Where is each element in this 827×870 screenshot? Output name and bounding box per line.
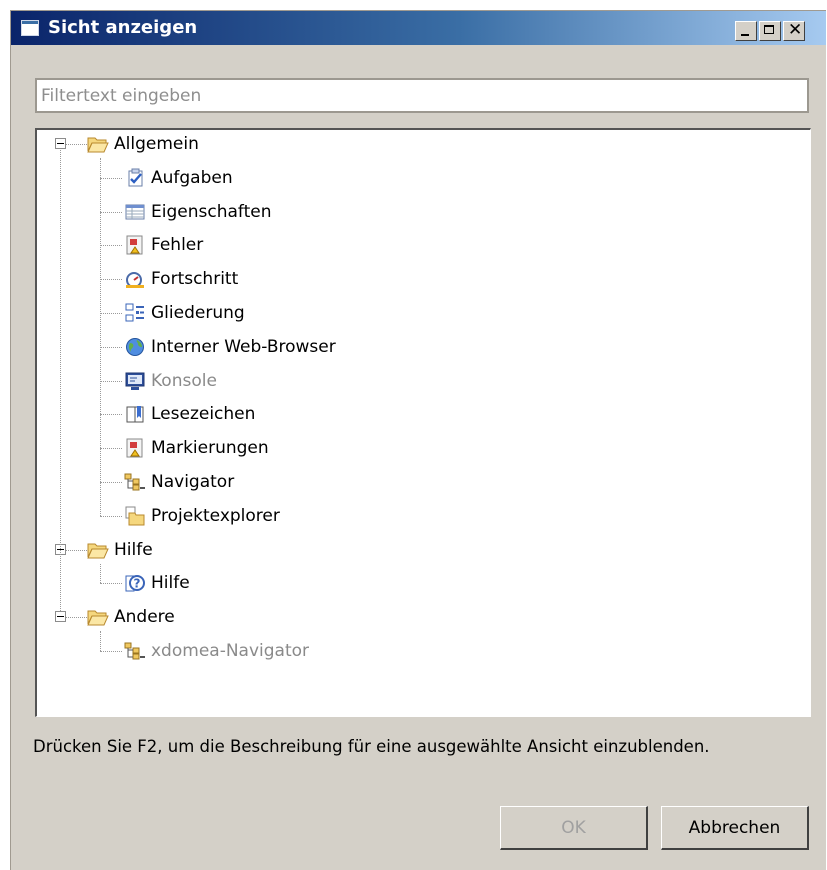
close-icon: ✕ [788, 20, 803, 40]
tree-item[interactable]: Fortschritt [124, 265, 238, 293]
dialog-window: Sicht anzeigen ✕ Allgemein Aufgaben Eigens… [10, 10, 826, 870]
tree-item[interactable]: ? Hilfe [124, 569, 190, 597]
tree-item-label: Interner Web-Browser [151, 336, 336, 357]
tree-item[interactable]: Navigator [124, 468, 234, 496]
tree-connector-line [100, 515, 122, 517]
tree-category-label: Allgemein [114, 134, 199, 154]
tree-connector-line [100, 631, 101, 651]
tree-connector-line [100, 211, 122, 213]
bookmarks-icon [124, 403, 146, 425]
close-button[interactable]: ✕ [783, 20, 805, 41]
tree-item-label: Lesezeichen [151, 404, 256, 425]
tree-connector-line [66, 617, 87, 619]
filter-input[interactable] [35, 78, 809, 113]
help-icon: ? [124, 572, 146, 594]
tree-connector-line [60, 150, 61, 612]
markers-icon [124, 437, 146, 459]
tree-category-label: Andere [114, 607, 175, 628]
collapse-toggle[interactable] [55, 138, 66, 149]
problems-icon [124, 234, 146, 256]
navigator-icon [124, 471, 146, 493]
minimize-button[interactable] [735, 21, 757, 41]
tree-category[interactable]: Hilfe [87, 536, 153, 564]
tree-item-label: Hilfe [151, 573, 190, 594]
tree-item[interactable]: Interner Web-Browser [124, 333, 336, 361]
tree-item-label: Aufgaben [151, 167, 233, 188]
window-title: Sicht anzeigen [48, 17, 198, 38]
folder-open-icon [87, 539, 109, 561]
collapse-toggle[interactable] [55, 611, 66, 623]
tree-connector-line [100, 346, 122, 348]
tree-connector-line [100, 313, 122, 314]
tree-connector-line [100, 414, 122, 416]
globe-icon [124, 336, 146, 358]
tree-item[interactable]: Eigenschaften [124, 198, 271, 226]
window-icon [21, 20, 39, 36]
tree-connector-line [66, 549, 87, 551]
tree-connector-line [100, 279, 122, 281]
tree-connector-line [100, 563, 101, 584]
tree-item[interactable]: Aufgaben [124, 164, 233, 192]
svg-text:?: ? [134, 577, 141, 591]
folder-open-icon [87, 133, 109, 155]
project-explorer-icon [124, 505, 146, 527]
tree-item-label: Fehler [151, 235, 204, 256]
tree-item[interactable]: Konsole [124, 367, 217, 395]
console-icon [124, 370, 146, 392]
tree-item[interactable]: Fehler [124, 231, 203, 259]
tree-item-label: Eigenschaften [151, 201, 272, 222]
tree-category-label: Hilfe [114, 539, 153, 560]
navigator-icon [124, 640, 146, 662]
properties-icon [124, 201, 146, 223]
tree-item-label: Projektexplorer [151, 505, 280, 526]
maximize-button[interactable] [759, 21, 781, 41]
tree-item-label: Gliederung [151, 303, 245, 323]
tree-item-label: Markierungen [151, 438, 269, 459]
tree-connector-line [100, 245, 122, 247]
tree-connector-line [100, 583, 122, 585]
tree-item[interactable]: Gliederung [124, 299, 245, 327]
tree-connector-line [100, 380, 122, 382]
tree-connector-line [100, 448, 122, 450]
outline-icon [124, 302, 146, 324]
tree-item-label: Navigator [151, 472, 235, 492]
tree-item[interactable]: Projektexplorer [124, 502, 280, 530]
tree-connector-line [100, 158, 101, 516]
view-tree[interactable]: Allgemein Aufgaben Eigenschaften Fehler Fort… [35, 128, 811, 717]
ok-button[interactable]: OK [500, 806, 648, 850]
tree-item-label: Fortschritt [151, 269, 239, 290]
tree-connector-line [66, 144, 87, 145]
tree-category[interactable]: Allgemein [87, 130, 199, 158]
folder-open-icon [87, 606, 109, 628]
hint-text: Drücken Sie F2, um die Beschreibung für … [33, 737, 710, 756]
tasks-icon [124, 167, 146, 189]
title-bar[interactable]: Sicht anzeigen ✕ [11, 11, 826, 45]
tree-connector-line [100, 651, 122, 652]
tree-category[interactable]: Andere [87, 603, 175, 631]
tree-item[interactable]: Markierungen [124, 434, 269, 462]
progress-icon [124, 268, 146, 290]
cancel-button[interactable]: Abbrechen [661, 806, 809, 850]
tree-item-label: xdomea-Navigator [151, 641, 310, 661]
tree-item-label: Konsole [151, 370, 217, 391]
tree-item[interactable]: Lesezeichen [124, 400, 255, 428]
tree-connector-line [100, 482, 122, 483]
tree-item[interactable]: xdomea-Navigator [124, 637, 309, 665]
tree-connector-line [100, 177, 122, 179]
